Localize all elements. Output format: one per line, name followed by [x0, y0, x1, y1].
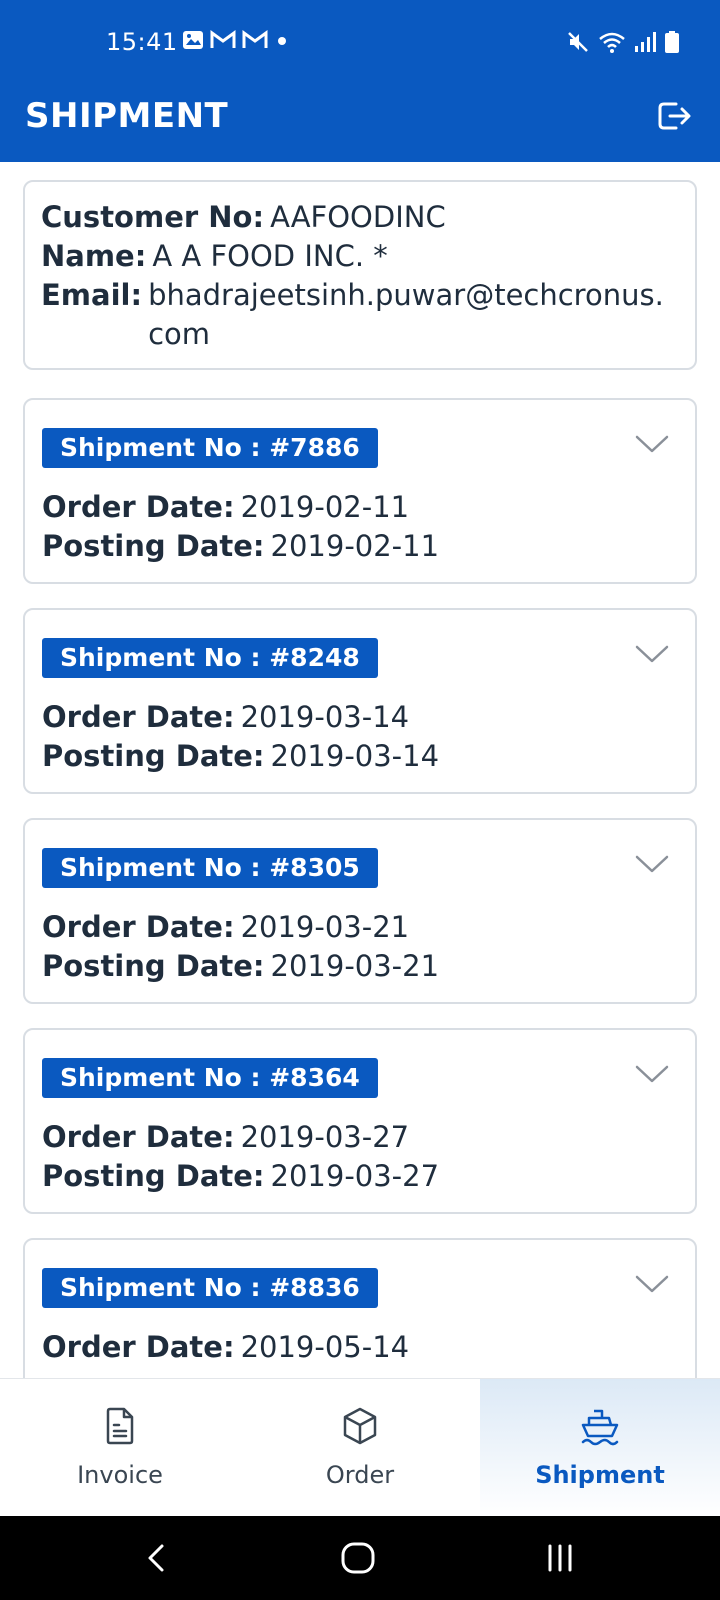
customer-no-row: Customer No: AAFOODINC — [41, 198, 679, 237]
shipment-dates: Order Date: 2019-03-21 Posting Date: 2019-… — [42, 908, 439, 986]
nav-invoice[interactable]: Invoice — [0, 1379, 240, 1517]
order-date-value: 2019-02-11 — [240, 490, 410, 524]
battery-icon — [665, 31, 679, 53]
order-date-value: 2019-03-14 — [240, 700, 410, 734]
order-date-label: Order Date: — [42, 1120, 235, 1154]
gmail-notification-icon — [242, 30, 268, 48]
customer-email-row: Email: bhadrajeetsinh.puwar@techcronus.c… — [41, 276, 679, 354]
bottom-navigation: Invoice Order Shipment — [0, 1378, 720, 1517]
shipment-card[interactable]: Shipment No : #7886 Order Date: 2019-02-1… — [23, 398, 697, 584]
shipment-number-badge: Shipment No : #8248 — [42, 638, 378, 678]
shipment-card[interactable]: Shipment No : #8305 Order Date: 2019-03-2… — [23, 818, 697, 1004]
order-date-value: 2019-03-21 — [240, 910, 410, 944]
customer-name-label: Name: — [41, 239, 147, 273]
nav-order-label: Order — [325, 1461, 395, 1489]
shipment-number-badge: Shipment No : #8364 — [42, 1058, 378, 1098]
order-date-value: 2019-03-27 — [240, 1120, 410, 1154]
posting-date-label: Posting Date: — [42, 1159, 265, 1193]
order-date-label: Order Date: — [42, 490, 235, 524]
shipment-card[interactable]: Shipment No : #8248 Order Date: 2019-03-1… — [23, 608, 697, 794]
posting-date-value: 2019-02-11 — [270, 529, 440, 563]
posting-date-label: Posting Date: — [42, 949, 265, 983]
posting-date-label: Posting Date: — [42, 529, 265, 563]
order-date-label: Order Date: — [42, 700, 235, 734]
wifi-icon — [599, 32, 625, 53]
chevron-down-icon[interactable] — [635, 1064, 669, 1084]
shipment-number-badge: Shipment No : #7886 — [42, 428, 378, 468]
app-bar: SHIPMENT — [0, 88, 720, 162]
ship-icon — [581, 1409, 619, 1446]
shipment-number-badge: Shipment No : #8305 — [42, 848, 378, 888]
shipment-number-badge: Shipment No : #8836 — [42, 1268, 378, 1308]
status-time: 15:41 — [106, 28, 178, 56]
box-icon — [343, 1407, 377, 1445]
gmail-notification-icon — [210, 30, 236, 48]
order-date-value: 2019-05-14 — [240, 1330, 410, 1364]
shipment-card[interactable]: Shipment No : #8836 Order Date: 2019-05-1… — [23, 1238, 697, 1378]
status-bar: 15:41 — [0, 0, 720, 88]
system-navigation-bar — [0, 1516, 720, 1600]
chevron-down-icon[interactable] — [635, 434, 669, 454]
customer-info-card: Customer No: AAFOODINC Name: A A FOOD IN… — [23, 180, 697, 370]
customer-email-value: bhadrajeetsinh.puwar@techcronus.com — [148, 278, 664, 351]
chevron-down-icon[interactable] — [635, 644, 669, 664]
page-title: SHIPMENT — [25, 96, 229, 136]
notification-icons — [182, 30, 290, 50]
nav-invoice-label: Invoice — [77, 1461, 163, 1489]
recent-apps-icon[interactable] — [540, 1538, 580, 1578]
nav-order[interactable]: Order — [240, 1379, 480, 1517]
nav-shipment[interactable]: Shipment — [480, 1379, 720, 1517]
order-date-label: Order Date: — [42, 1330, 235, 1364]
shipment-dates: Order Date: 2019-03-14 Posting Date: 2019-… — [42, 698, 439, 776]
shipment-dates: Order Date: 2019-05-14 — [42, 1328, 409, 1367]
shipment-dates: Order Date: 2019-03-27 Posting Date: 2019-… — [42, 1118, 439, 1196]
posting-date-value: 2019-03-27 — [270, 1159, 440, 1193]
posting-date-label: Posting Date: — [42, 739, 265, 773]
posting-date-value: 2019-03-14 — [270, 739, 440, 773]
order-date-label: Order Date: — [42, 910, 235, 944]
customer-no-label: Customer No: — [41, 200, 265, 234]
more-notifications-dot-icon — [278, 37, 286, 45]
home-icon[interactable] — [338, 1538, 378, 1578]
customer-name-row: Name: A A FOOD INC. * — [41, 237, 679, 276]
gallery-notification-icon — [183, 31, 203, 49]
customer-email-label: Email: — [41, 278, 143, 312]
back-icon[interactable] — [138, 1538, 178, 1578]
shipment-card[interactable]: Shipment No : #8364 Order Date: 2019-03-2… — [23, 1028, 697, 1214]
nav-shipment-label: Shipment — [535, 1461, 665, 1489]
posting-date-value: 2019-03-21 — [270, 949, 440, 983]
chevron-down-icon[interactable] — [635, 1274, 669, 1294]
customer-no-value: AAFOODINC — [270, 200, 446, 234]
customer-name-value: A A FOOD INC. * — [152, 239, 388, 273]
mute-icon — [568, 32, 588, 52]
shipment-list-area[interactable]: Customer No: AAFOODINC Name: A A FOOD IN… — [0, 162, 720, 1378]
document-icon — [106, 1407, 134, 1445]
signal-icon — [635, 32, 656, 52]
logout-icon[interactable] — [654, 96, 694, 136]
chevron-down-icon[interactable] — [635, 854, 669, 874]
system-status-icons — [566, 30, 680, 54]
shipment-dates: Order Date: 2019-02-11 Posting Date: 2019-… — [42, 488, 439, 566]
